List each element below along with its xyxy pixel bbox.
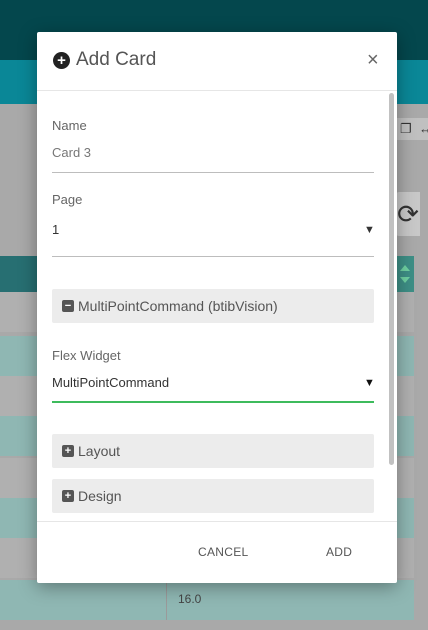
add-button[interactable]: ADD <box>326 545 352 559</box>
design-section-header[interactable]: + Design <box>52 479 374 513</box>
widget-section-label: MultiPointCommand (btibVision) <box>78 298 278 314</box>
minus-square-icon: − <box>62 300 74 312</box>
table-cell-value: 16.0 <box>178 592 202 606</box>
cancel-button[interactable]: CANCEL <box>198 545 248 559</box>
background-toolbar: ❐ ↔ <box>396 118 428 140</box>
design-section-label: Design <box>78 488 122 504</box>
dialog-footer: CANCEL ADD <box>37 521 397 583</box>
page-label: Page <box>52 192 83 207</box>
add-card-dialog: + Add Card × Name Card 3 Page 1 ▼ − Mult… <box>37 32 397 583</box>
widget-section-header[interactable]: − MultiPointCommand (btibVision) <box>52 289 374 323</box>
dropdown-caret-icon[interactable]: ▼ <box>364 224 375 236</box>
table-row: 16.0 <box>0 580 414 620</box>
scrollbar-thumb[interactable] <box>389 93 394 465</box>
plus-square-icon: + <box>62 490 74 502</box>
flex-widget-label: Flex Widget <box>52 348 121 363</box>
close-button[interactable]: × <box>367 50 383 70</box>
layout-section-header[interactable]: + Layout <box>52 434 374 468</box>
name-input[interactable]: Card 3 <box>52 145 91 160</box>
plus-square-icon: + <box>62 445 74 457</box>
dialog-body[interactable]: Name Card 3 Page 1 ▼ − MultiPointCommand… <box>37 91 397 521</box>
refresh-icon: ⟳ <box>396 192 420 236</box>
page-select[interactable]: 1 <box>52 222 59 237</box>
dialog-header: + Add Card × <box>37 32 397 91</box>
window-icon: ❐ <box>400 121 412 136</box>
arrow-icon: ↔ <box>419 121 428 136</box>
page-underline <box>52 256 374 257</box>
flex-widget-select[interactable]: MultiPointCommand <box>52 375 169 390</box>
name-underline <box>52 172 374 173</box>
layout-section-label: Layout <box>78 443 121 459</box>
sort-icon <box>396 256 414 292</box>
name-label: Name <box>52 118 87 133</box>
plus-circle-icon: + <box>53 52 70 69</box>
dialog-title: Add Card <box>76 49 157 70</box>
dropdown-caret-icon[interactable]: ▼ <box>364 377 375 389</box>
flex-widget-underline <box>52 401 374 403</box>
